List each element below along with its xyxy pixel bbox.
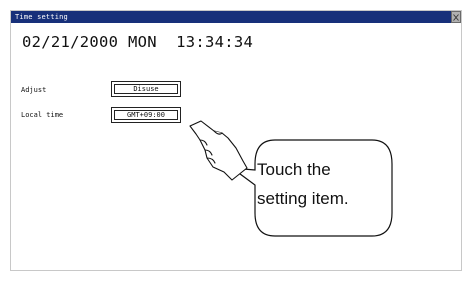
callout-line-2: setting item. [257,189,349,208]
callout-line-1: Touch the [257,160,331,179]
pointing-hand-icon [189,120,248,181]
callout-bubble [229,139,393,237]
callout-graphic [189,120,393,237]
